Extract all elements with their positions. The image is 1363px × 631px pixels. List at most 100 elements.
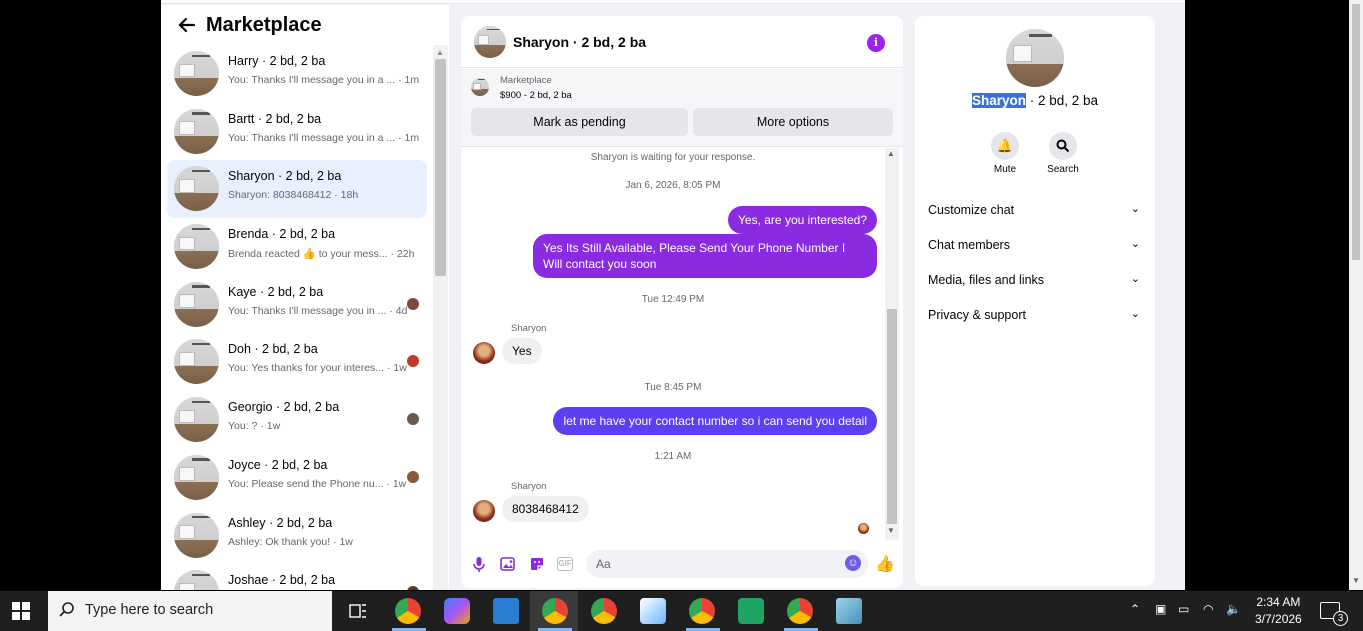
section-label: Chat members	[928, 238, 1010, 252]
media-files-links-section[interactable]: Media, files and links ⌄	[928, 273, 1144, 287]
goto-app-icon[interactable]	[738, 598, 764, 624]
chrome-profile-3-icon[interactable]	[787, 598, 813, 624]
bell-icon[interactable]: 🔔	[991, 132, 1019, 160]
read-receipt-avatar	[858, 523, 869, 534]
sender-avatar[interactable]	[473, 500, 495, 522]
scroll-down-icon[interactable]: ▼	[887, 526, 895, 535]
notification-count: 3	[1333, 611, 1348, 626]
chrome-icon[interactable]	[591, 598, 617, 624]
chat-title[interactable]: Sharyon · 2 bd, 2 ba	[513, 34, 646, 50]
paint-icon[interactable]	[640, 598, 666, 624]
back-arrow-icon[interactable]	[177, 15, 197, 35]
conversation-item[interactable]: Ashley · 2 bd, 2 ba Ashley: Ok thank you!…	[167, 507, 427, 565]
chrome-profile-2-icon[interactable]	[689, 598, 715, 624]
file-explorer-icon[interactable]	[493, 598, 519, 624]
conversation-preview: You: ? · 1w	[228, 420, 281, 433]
conversation-item[interactable]: Kaye · 2 bd, 2 ba You: Thanks I'll messag…	[167, 276, 427, 334]
conversation-item[interactable]: Bartt · 2 bd, 2 ba You: Thanks I'll messa…	[167, 103, 427, 161]
conversation-name: Georgio · 2 bd, 2 ba	[228, 400, 340, 415]
profile-name: Sharyon · 2 bd, 2 ba	[915, 93, 1155, 108]
window-scrollbar[interactable]: ▼	[1349, 0, 1363, 590]
listing-thumbnail	[174, 570, 219, 590]
gif-icon[interactable]: GIF	[557, 557, 573, 571]
more-options-button[interactable]: More options	[693, 108, 893, 136]
windows-start-icon[interactable]	[12, 602, 30, 620]
message-thread: Sharyon is waiting for your response. Ja…	[461, 148, 885, 540]
outgoing-message[interactable]: let me have your contact number so i can…	[553, 407, 877, 435]
scroll-up-icon[interactable]: ▲	[887, 149, 895, 158]
customize-chat-section[interactable]: Customize chat ⌄	[928, 203, 1144, 217]
section-label: Customize chat	[928, 203, 1015, 217]
search-icon[interactable]	[1049, 132, 1077, 160]
seen-avatar	[407, 413, 419, 426]
scroll-down-icon[interactable]: ▼	[1352, 576, 1360, 585]
listing-avatar[interactable]	[474, 26, 506, 58]
conversation-item[interactable]: Sharyon · 2 bd, 2 ba Sharyon: 8038468412 …	[167, 160, 427, 219]
conversation-panel: Marketplace Harry · 2 bd, 2 ba You: Thank…	[161, 5, 449, 590]
conversation-preview: Brenda reacted 👍 to your mess... · 22h	[228, 248, 415, 261]
scrollbar-thumb[interactable]	[435, 59, 446, 276]
info-icon[interactable]: i	[867, 34, 885, 52]
meet-now-icon[interactable]: ▣	[1155, 602, 1166, 616]
seen-avatar	[407, 355, 419, 368]
seen-avatar	[407, 297, 419, 310]
conversation-name: Joshae · 2 bd, 2 ba	[228, 573, 336, 588]
listing-banner: Marketplace $900 - 2 bd, 2 ba Mark as pe…	[461, 69, 903, 147]
conversation-preview: You: Yes thanks for your interes... · 1w	[228, 362, 407, 375]
listing-thumbnail	[174, 224, 219, 270]
notepad-icon[interactable]	[836, 598, 862, 624]
listing-price[interactable]: $900 - 2 bd, 2 ba	[500, 90, 572, 101]
sender-avatar[interactable]	[473, 342, 495, 364]
thumbs-up-icon[interactable]: 👍	[875, 554, 895, 574]
conversation-scrollbar[interactable]: ▲	[433, 45, 448, 590]
copilot-icon[interactable]	[444, 598, 470, 624]
scroll-up-icon[interactable]: ▲	[436, 48, 444, 57]
outgoing-message[interactable]: Yes Its Still Available, Please Send You…	[533, 234, 877, 278]
outgoing-message[interactable]: Yes, are you interested?	[728, 206, 877, 234]
messenger-page: Marketplace Harry · 2 bd, 2 ba You: Thank…	[161, 0, 1185, 590]
conversation-name: Doh · 2 bd, 2 ba	[228, 342, 318, 357]
timestamp: Tue 8:45 PM	[644, 382, 702, 393]
photo-icon[interactable]	[499, 555, 517, 573]
chat-members-section[interactable]: Chat members ⌄	[928, 238, 1144, 252]
chat-scrollbar[interactable]: ▲ ▼	[885, 148, 899, 540]
microphone-icon[interactable]	[470, 555, 488, 573]
profile-name-highlight[interactable]: Sharyon	[971, 93, 1026, 108]
search-button[interactable]: Search	[1038, 132, 1088, 175]
conversation-item[interactable]: Harry · 2 bd, 2 ba You: Thanks I'll messa…	[167, 45, 427, 103]
mark-as-pending-button[interactable]: Mark as pending	[471, 108, 688, 136]
section-label: Privacy & support	[928, 308, 1026, 322]
conversation-name: Joyce · 2 bd, 2 ba	[228, 457, 328, 472]
task-view-icon[interactable]	[345, 598, 371, 624]
emoji-icon[interactable]: ☺	[845, 555, 861, 571]
conversation-item[interactable]: Brenda · 2 bd, 2 ba Brenda reacted 👍 to y…	[167, 218, 427, 276]
conversation-item[interactable]: Georgio · 2 bd, 2 ba You: ? · 1w	[167, 391, 427, 449]
listing-thumbnail	[174, 454, 219, 500]
conversation-item[interactable]: Doh · 2 bd, 2 ba You: Yes thanks for your…	[167, 333, 427, 391]
sticker-icon[interactable]	[528, 555, 546, 573]
taskbar-search[interactable]: Type here to search	[48, 591, 332, 631]
incoming-message[interactable]: 8038468412	[502, 496, 589, 522]
scrollbar-thumb[interactable]	[1352, 4, 1360, 260]
profile-avatar[interactable]	[1006, 29, 1064, 87]
incoming-message[interactable]: Yes	[502, 338, 542, 364]
chrome-active-icon[interactable]	[542, 598, 568, 624]
chevron-up-icon[interactable]: ⌃	[1130, 602, 1140, 616]
mute-button[interactable]: 🔔 Mute	[980, 132, 1030, 175]
clock-time: 2:34 AM	[1256, 595, 1301, 609]
conversation-preview: Sharyon: 8038468412 · 18h	[228, 189, 359, 202]
sender-name: Sharyon	[511, 323, 547, 334]
conversation-name: Bartt · 2 bd, 2 ba	[228, 111, 322, 126]
message-input[interactable]	[586, 550, 868, 578]
timestamp: 1:21 AM	[654, 451, 692, 462]
conversation-item[interactable]: Joyce · 2 bd, 2 ba You: Please send the P…	[167, 449, 427, 507]
volume-icon[interactable]: 🔈	[1226, 602, 1241, 616]
system-clock[interactable]: 2:34 AM 3/7/2026	[1255, 594, 1302, 628]
conversation-item[interactable]: Joshae · 2 bd, 2 ba	[167, 564, 427, 590]
battery-icon[interactable]: ▭	[1178, 602, 1189, 616]
listing-thumbnail[interactable]	[471, 78, 489, 96]
chrome-profile-icon[interactable]	[395, 598, 421, 624]
scrollbar-thumb[interactable]	[887, 309, 897, 524]
wifi-icon[interactable]: ◠	[1203, 602, 1213, 616]
privacy-support-section[interactable]: Privacy & support ⌄	[928, 308, 1144, 322]
